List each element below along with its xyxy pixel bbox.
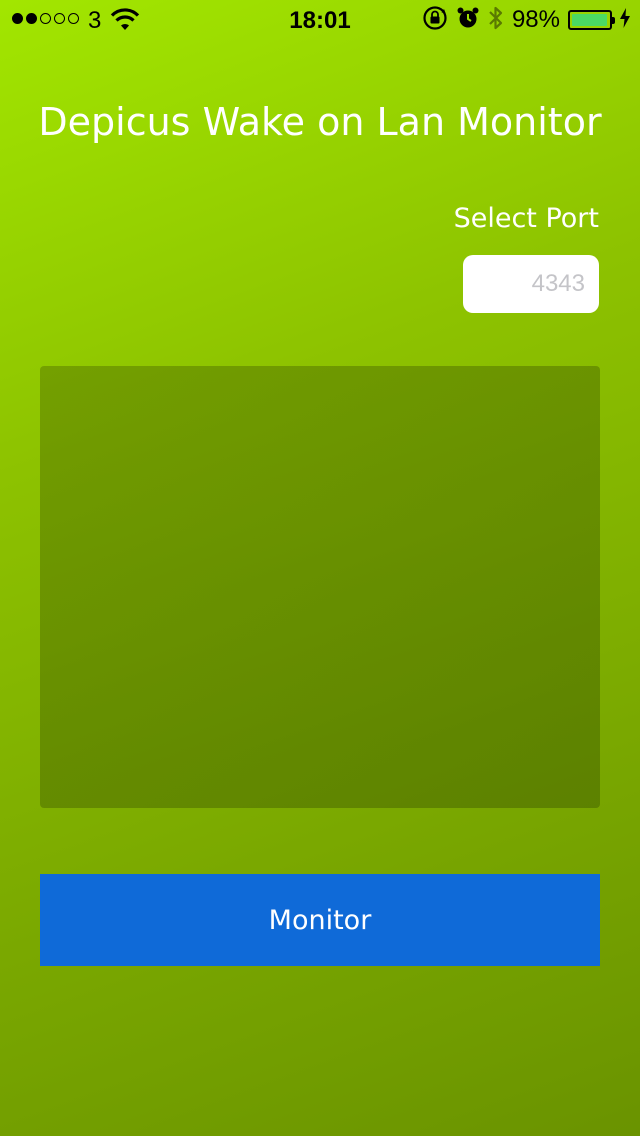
port-input[interactable]	[463, 255, 599, 313]
bluetooth-icon	[488, 5, 504, 36]
status-bar: 3 18:01 98%	[0, 0, 640, 40]
alarm-icon	[456, 6, 480, 35]
status-right-group: 98%	[422, 5, 630, 36]
battery-level-fill	[572, 14, 608, 26]
monitor-output-panel	[40, 366, 600, 808]
charging-icon	[620, 7, 630, 33]
monitor-button[interactable]: Monitor	[40, 874, 600, 966]
battery-icon	[568, 10, 615, 30]
battery-percentage: 98%	[511, 6, 560, 33]
rotation-lock-icon	[422, 5, 448, 36]
select-port-label: Select Port	[453, 203, 599, 234]
monitor-button-label: Monitor	[268, 904, 372, 936]
battery-nub	[612, 17, 615, 24]
page-title: Depicus Wake on Lan Monitor	[38, 100, 602, 144]
